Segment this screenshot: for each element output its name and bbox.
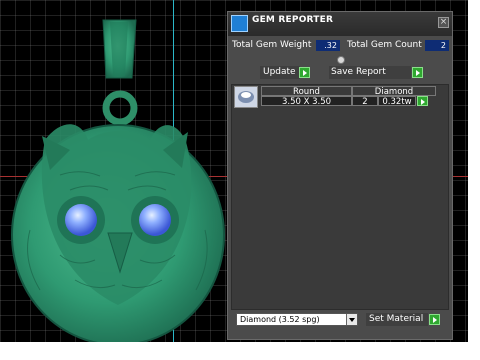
table-header-shape: Round bbox=[261, 86, 352, 97]
save-report-arrow-icon[interactable] bbox=[412, 67, 423, 78]
gem-right bbox=[139, 204, 171, 236]
chevron-down-icon[interactable] bbox=[346, 314, 357, 325]
update-button[interactable]: Update bbox=[260, 66, 300, 79]
panel-title: GEM REPORTER bbox=[252, 15, 334, 25]
gem-list bbox=[231, 84, 449, 310]
set-material-arrow-icon[interactable] bbox=[429, 314, 440, 325]
set-material-button[interactable]: Set Material bbox=[366, 313, 428, 326]
gem-size-cell: 3.50 X 3.50 bbox=[261, 96, 352, 107]
gem-left bbox=[65, 204, 97, 236]
close-icon[interactable]: × bbox=[438, 17, 449, 28]
divider-knob-icon[interactable] bbox=[337, 56, 345, 64]
total-gem-count-label: Total Gem Count bbox=[347, 40, 422, 50]
table-header-material: Diamond bbox=[352, 86, 436, 97]
total-gem-weight-value: .32 bbox=[316, 40, 340, 51]
gem-reporter-logo-icon bbox=[231, 15, 248, 32]
round-gem-icon bbox=[234, 86, 258, 108]
title-bar[interactable]: GEM REPORTER × bbox=[228, 12, 452, 36]
save-report-label: Save Report bbox=[331, 67, 386, 77]
save-report-button[interactable]: Save Report bbox=[329, 66, 411, 79]
gem-weight-cell: 0.32tw bbox=[378, 96, 416, 107]
gem-count-cell: 2 bbox=[352, 96, 378, 107]
material-select[interactable]: Diamond (3.52 spg) bbox=[236, 313, 358, 326]
total-gem-count-value: 2 bbox=[425, 40, 449, 51]
gem-reporter-panel: GEM REPORTER × Total Gem Weight .32 Tota… bbox=[227, 11, 453, 340]
total-gem-weight-label: Total Gem Weight bbox=[232, 40, 312, 50]
set-material-label: Set Material bbox=[369, 314, 424, 324]
update-label: Update bbox=[263, 67, 296, 77]
gem-row-arrow-icon[interactable] bbox=[417, 96, 428, 106]
update-arrow-icon[interactable] bbox=[299, 67, 310, 78]
material-select-value: Diamond (3.52 spg) bbox=[240, 315, 320, 324]
